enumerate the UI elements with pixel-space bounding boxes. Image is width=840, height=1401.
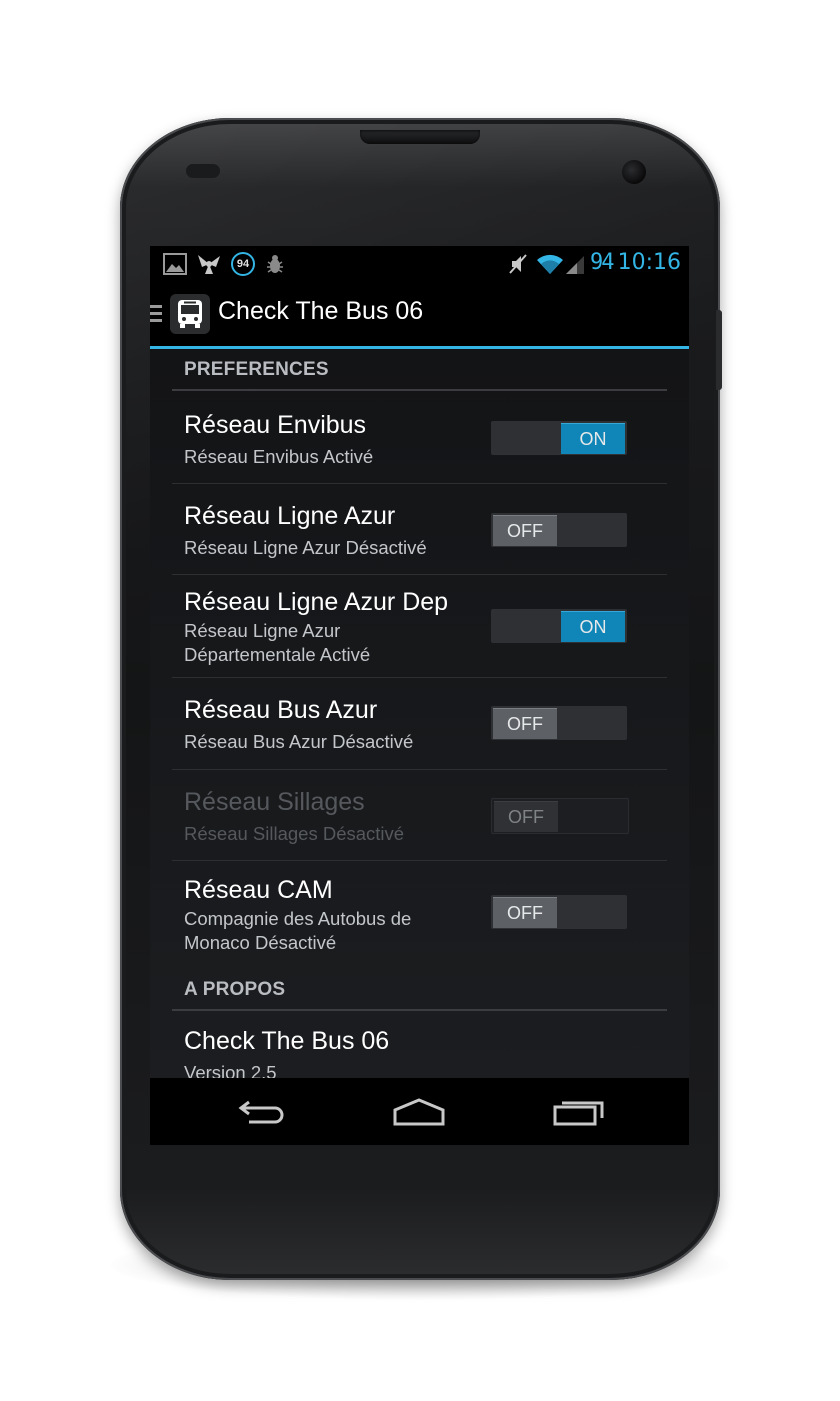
app-title: Check The Bus 06 — [218, 297, 424, 325]
action-bar: Check The Bus 06 — [150, 282, 689, 349]
pref-summary: Réseau Sillages Désactivé — [184, 823, 405, 844]
toggle-thumb: OFF — [493, 515, 557, 546]
section-header-a-propos: A PROPOS — [172, 969, 667, 1011]
section-header-label: A PROPOS — [184, 979, 286, 1000]
wifi-icon — [536, 252, 564, 276]
pref-summary: Compagnie des Autobus de Monaco Désactiv… — [184, 908, 412, 953]
ligne-azur-toggle[interactable]: OFF — [491, 513, 627, 547]
earpiece — [360, 130, 480, 144]
about-app-version: Version 2.5 — [184, 1062, 277, 1078]
pref-item-ligne-azur[interactable]: Réseau Ligne Azur Réseau Ligne Azur Désa… — [172, 484, 667, 575]
pref-title: Réseau Ligne Azur Dep — [184, 588, 449, 616]
pref-title: Réseau CAM — [184, 876, 333, 904]
power-button — [716, 310, 722, 390]
battery-level: 94 — [590, 250, 614, 275]
back-icon[interactable] — [236, 1096, 288, 1128]
home-icon[interactable] — [392, 1096, 446, 1128]
pref-summary: Réseau Bus Azur Désactivé — [184, 731, 414, 752]
bus-azur-toggle[interactable]: OFF — [491, 706, 627, 740]
pref-item-envibus[interactable]: Réseau Envibus Réseau Envibus Activé ON — [172, 391, 667, 484]
toggle-thumb: ON — [561, 423, 625, 454]
status-time: 10:16 — [617, 250, 681, 275]
ligne-azur-dep-toggle[interactable]: ON — [491, 609, 627, 643]
recent-apps-icon[interactable] — [552, 1096, 606, 1128]
front-camera — [622, 160, 646, 184]
proximity-sensor — [186, 164, 220, 178]
toggle-thumb: OFF — [493, 897, 557, 928]
bus-icon[interactable] — [170, 294, 210, 334]
pref-item-bus-azur[interactable]: Réseau Bus Azur Réseau Bus Azur Désactiv… — [172, 678, 667, 770]
badge-94-icon: 94 — [230, 252, 256, 276]
pref-item-ligne-azur-dep[interactable]: Réseau Ligne Azur Dep Réseau Ligne Azur … — [172, 575, 667, 678]
product-screenshot: 94 94 10:16 Check The Bus 06 PREFERENCES… — [0, 0, 840, 1401]
section-header-label: PREFERENCES — [184, 359, 329, 380]
pref-title: Réseau Ligne Azur — [184, 502, 396, 530]
drawer-indicator-icon[interactable] — [150, 304, 164, 324]
about-app-title: Check The Bus 06 — [184, 1027, 390, 1055]
bug-icon — [264, 252, 286, 276]
mute-icon — [506, 252, 530, 276]
pref-title: Réseau Sillages — [184, 788, 365, 816]
gallery-icon — [162, 252, 188, 276]
section-header-preferences: PREFERENCES — [172, 349, 667, 391]
pref-title: Réseau Bus Azur — [184, 696, 378, 724]
fan-icon — [196, 252, 222, 276]
pref-item-about-app[interactable]: Check The Bus 06 Version 2.5 — [172, 1011, 667, 1078]
cam-toggle[interactable]: OFF — [491, 895, 627, 929]
toggle-thumb: OFF — [493, 708, 557, 739]
toggle-thumb: ON — [561, 611, 625, 642]
pref-summary: Réseau Envibus Activé — [184, 446, 374, 467]
status-bar: 94 94 10:16 — [150, 246, 689, 282]
signal-icon — [564, 252, 586, 276]
preferences-list: PREFERENCES Réseau Envibus Réseau Envibu… — [150, 349, 689, 1078]
pref-title: Réseau Envibus — [184, 411, 367, 439]
envibus-toggle[interactable]: ON — [491, 421, 627, 455]
sillages-toggle: OFF — [491, 798, 629, 834]
phone-screen: 94 94 10:16 Check The Bus 06 PREFERENCES… — [150, 246, 689, 1145]
pref-summary: Réseau Ligne Azur Départementale Activé — [184, 620, 371, 665]
pref-summary: Réseau Ligne Azur Désactivé — [184, 537, 427, 558]
pref-item-cam[interactable]: Réseau CAM Compagnie des Autobus de Mona… — [172, 861, 667, 965]
notification-badge-count: 94 — [236, 258, 250, 270]
navigation-bar — [150, 1078, 689, 1145]
pref-item-sillages: Réseau Sillages Réseau Sillages Désactiv… — [172, 770, 667, 861]
toggle-thumb: OFF — [494, 801, 558, 832]
